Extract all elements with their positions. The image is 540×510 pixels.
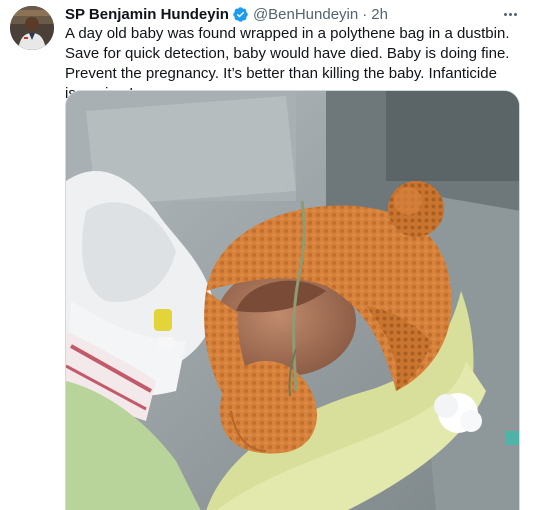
separator-dot: ·: [362, 5, 368, 23]
author-display-name[interactable]: SP Benjamin Hundeyin: [65, 6, 229, 23]
avatar[interactable]: [10, 6, 54, 50]
tweet-card[interactable]: SP Benjamin Hundeyin @BenHundeyin · 2h A…: [0, 0, 540, 510]
author-handle[interactable]: @BenHundeyin: [253, 6, 358, 23]
tweet-timestamp[interactable]: 2h: [371, 6, 388, 23]
tweet-photo[interactable]: [65, 90, 520, 510]
verified-badge-icon: [232, 6, 249, 23]
tweet-header: SP Benjamin Hundeyin @BenHundeyin · 2h: [65, 4, 530, 24]
more-options-icon[interactable]: [498, 4, 522, 24]
